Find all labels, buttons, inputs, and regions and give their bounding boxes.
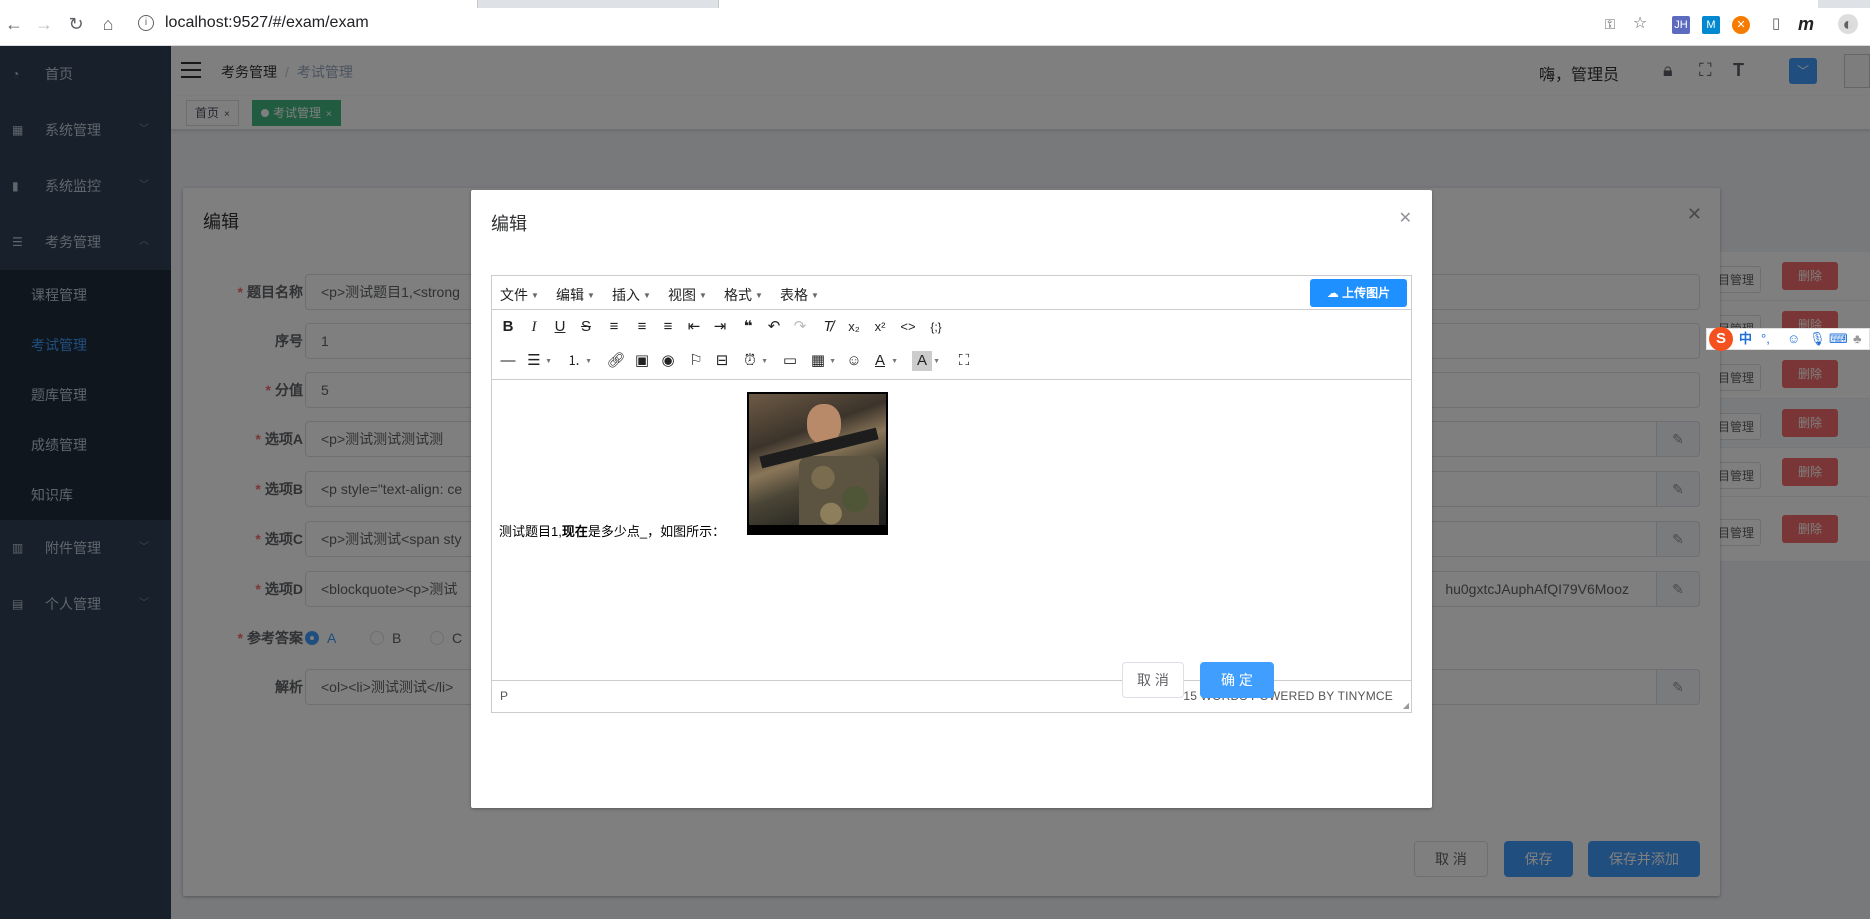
background-color-icon[interactable]: A ▼ bbox=[912, 351, 940, 371]
underline-icon[interactable]: U bbox=[550, 317, 570, 337]
browser-chrome: ← → ↻ ⌂ i localhost:9527/#/exam/exam ⚿ ☆… bbox=[0, 0, 1870, 46]
cloud-upload-icon: ☁ bbox=[1326, 286, 1343, 300]
editor-content-area[interactable]: 测试题目1,现在是多少点_，如图所示： bbox=[492, 380, 1411, 680]
extension-m-italic-icon[interactable]: m bbox=[1796, 14, 1816, 34]
align-right-icon[interactable]: ≡ bbox=[658, 317, 678, 337]
embedded-photo[interactable] bbox=[747, 392, 888, 535]
extension-jh-icon[interactable]: JH bbox=[1672, 16, 1690, 34]
editor-menubar: 文件 ▼ 编辑 ▼ 插入 ▼ 视图 ▼ 格式 ▼ 表格 ▼ ☁ 上传图片 bbox=[492, 276, 1411, 310]
star-icon[interactable]: ☆ bbox=[1630, 14, 1650, 34]
numbered-list-icon[interactable]: ⒈ ▼ bbox=[564, 351, 592, 371]
resize-handle-icon[interactable]: ◢ bbox=[1403, 701, 1409, 710]
upload-image-button[interactable]: ☁ 上传图片 bbox=[1310, 279, 1407, 307]
menu-insert[interactable]: 插入 ▼ bbox=[612, 285, 651, 305]
punctuation-icon[interactable]: °, bbox=[1761, 329, 1770, 349]
code-icon[interactable]: <> bbox=[898, 317, 918, 337]
editor-paragraph: 测试题目1,现在是多少点_，如图所示： bbox=[499, 524, 726, 539]
menu-view[interactable]: 视图 ▼ bbox=[668, 285, 707, 305]
home-icon[interactable]: ⌂ bbox=[98, 14, 118, 34]
profile-avatar-icon[interactable]: ◐ bbox=[1838, 14, 1858, 34]
table-icon[interactable]: ▦ ▼ bbox=[808, 351, 836, 371]
dialog-title: 编辑 bbox=[491, 214, 527, 234]
microphone-icon[interactable]: 🎙︎ bbox=[1809, 329, 1826, 349]
extension-orange-icon[interactable]: ✕ bbox=[1732, 16, 1750, 34]
back-icon[interactable]: ← bbox=[4, 14, 24, 34]
emoticons-icon[interactable]: ☺ bbox=[844, 351, 864, 371]
menu-table[interactable]: 表格 ▼ bbox=[780, 285, 819, 305]
emoji-icon[interactable]: ☺ bbox=[1787, 329, 1800, 349]
editor-toolbar-row-2: — ☰ ▼ ⒈ ▼ 🔗︎ ▣ ◉ ⚐ ⊟ ⏰︎ ▼ ▭ ▦ ▼ ☺ A ▼ A ▼ ⛶ bbox=[492, 344, 1411, 378]
fullscreen-icon[interactable]: ⛶ bbox=[954, 351, 974, 371]
rich-editor-dialog: 编辑 ✕ 文件 ▼ 编辑 ▼ 插入 ▼ 视图 ▼ 格式 ▼ 表格 ▼ ☁ 上传图片 B I … bbox=[471, 190, 1432, 808]
ime-lang-toggle[interactable]: 中 bbox=[1739, 329, 1752, 349]
cancel-button[interactable]: 取 消 bbox=[1122, 662, 1184, 698]
preview-icon[interactable]: ◉ bbox=[658, 351, 678, 371]
browser-tab[interactable] bbox=[718, 0, 1818, 8]
bold-icon[interactable]: B bbox=[498, 317, 518, 337]
extension-m-icon[interactable]: M bbox=[1702, 16, 1720, 34]
strikethrough-icon[interactable]: S bbox=[576, 317, 596, 337]
sogou-logo-icon[interactable]: S bbox=[1709, 327, 1733, 351]
tinymce-editor: 文件 ▼ 编辑 ▼ 插入 ▼ 视图 ▼ 格式 ▼ 表格 ▼ ☁ 上传图片 B I U S ≡… bbox=[491, 275, 1412, 713]
ime-toolbar: S 中 °, ☺ 🎙︎ ⌨ ♣ bbox=[1706, 327, 1870, 351]
insert-datetime-icon[interactable]: ⏰︎ ▼ bbox=[740, 351, 768, 371]
keyboard-icon[interactable]: ⌨ bbox=[1829, 329, 1848, 349]
forward-icon[interactable]: → bbox=[34, 14, 54, 34]
key-icon[interactable]: ⚿ bbox=[1600, 14, 1620, 34]
confirm-button[interactable]: 确 定 bbox=[1200, 662, 1274, 698]
outdent-icon[interactable]: ⇤ bbox=[684, 317, 704, 337]
text-color-icon[interactable]: A ▼ bbox=[870, 351, 898, 371]
indent-icon[interactable]: ⇥ bbox=[710, 317, 730, 337]
align-center-icon[interactable]: ≡ bbox=[632, 317, 652, 337]
horizontal-rule-icon[interactable]: — bbox=[498, 351, 518, 371]
clear-format-icon[interactable]: T̸ bbox=[818, 317, 838, 337]
skin-icon[interactable]: ♣ bbox=[1853, 329, 1862, 349]
undo-icon[interactable]: ↶ bbox=[764, 317, 784, 337]
redo-icon[interactable]: ↷ bbox=[790, 317, 810, 337]
media-icon[interactable]: ▭ bbox=[780, 351, 800, 371]
link-icon[interactable]: 🔗︎ bbox=[606, 351, 626, 371]
code-sample-icon[interactable]: {;} bbox=[926, 317, 946, 337]
blockquote-icon[interactable]: ❝ bbox=[738, 317, 758, 337]
editor-toolbar-row-1: B I U S ≡ ≡ ≡ ⇤ ⇥ ❝ ↶ ↷ T̸ x₂ x² <> {;} bbox=[492, 310, 1411, 344]
site-info-icon[interactable]: i bbox=[138, 15, 154, 31]
subscript-icon[interactable]: x₂ bbox=[844, 317, 864, 337]
image-icon[interactable]: ▣ bbox=[632, 351, 652, 371]
menu-edit[interactable]: 编辑 ▼ bbox=[556, 285, 595, 305]
address-bar[interactable]: localhost:9527/#/exam/exam bbox=[165, 14, 369, 32]
reload-icon[interactable]: ↻ bbox=[66, 14, 86, 34]
bookmark-anchor-icon[interactable]: ⚐ bbox=[686, 351, 706, 371]
close-icon[interactable]: ✕ bbox=[1399, 208, 1412, 228]
browser-tab[interactable] bbox=[0, 0, 478, 8]
bullet-list-icon[interactable]: ☰ ▼ bbox=[524, 351, 552, 371]
element-path[interactable]: P bbox=[500, 689, 508, 703]
superscript-icon[interactable]: x² bbox=[870, 317, 890, 337]
align-left-icon[interactable]: ≡ bbox=[604, 317, 624, 337]
menu-file[interactable]: 文件 ▼ bbox=[500, 285, 539, 305]
page-break-icon[interactable]: ⊟ bbox=[712, 351, 732, 371]
browser-tab-strip bbox=[0, 0, 1870, 8]
italic-icon[interactable]: I bbox=[524, 317, 544, 337]
bookmark-icon[interactable]: ▯ bbox=[1766, 14, 1786, 34]
menu-format[interactable]: 格式 ▼ bbox=[724, 285, 763, 305]
